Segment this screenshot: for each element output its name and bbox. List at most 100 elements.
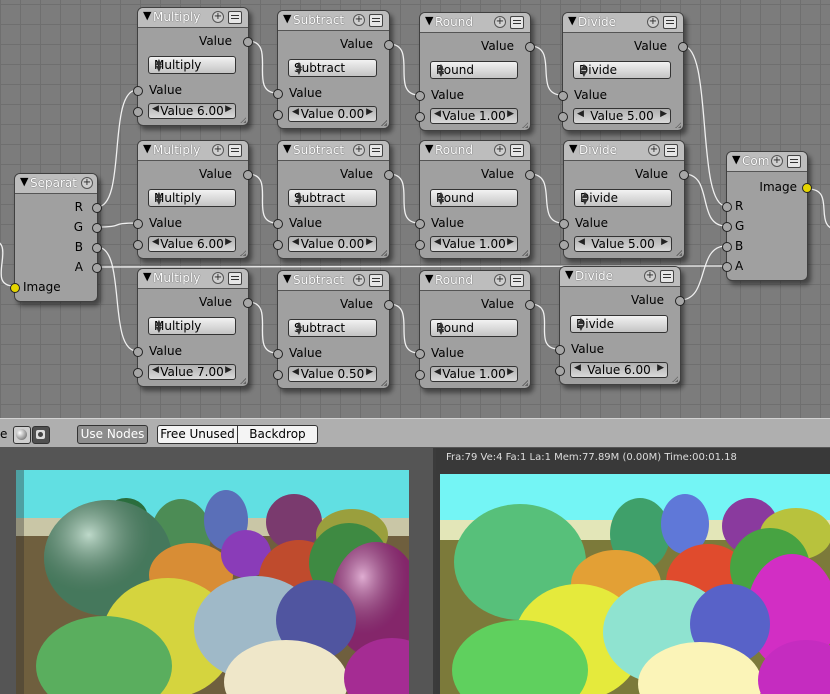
multiply-node-r1-value-socket[interactable] [133,107,143,117]
multiply-node-r3-operation-select[interactable]: Multiply ▲ ▼ [148,317,236,335]
subtract-node-r1[interactable]: ▼ Subtract + Value Subtract ▲ ▼ Value ◀ Value 0.0… [273,10,394,129]
resize-grip-icon[interactable] [676,250,682,256]
round-node-r2-header[interactable]: ▼ Round + [420,141,530,161]
arrow-right-icon[interactable]: ▶ [507,367,514,377]
resize-grip-icon[interactable] [240,250,246,256]
node-menu-icon[interactable] [228,11,242,24]
resize-grip-icon[interactable] [381,250,387,256]
combine-input-socket[interactable] [722,222,732,232]
subtract-node-r3-header[interactable]: ▼ Subtract + [278,271,389,291]
node-menu-icon[interactable] [369,144,383,157]
subtract-node-r1-operation-select[interactable]: Subtract ▲ ▼ [288,59,377,77]
round-node-r2[interactable]: ▼ Round + Value Round ▲ ▼ Value ◀ Value 1.00 ▶ [415,140,535,259]
multiply-node-r1-input-socket[interactable] [133,86,143,96]
multiply-node-r3-output-socket[interactable] [243,298,253,308]
divide-node-r3-operation-select[interactable]: Divide ▲ ▼ [570,315,668,333]
node-menu-icon[interactable] [228,272,242,285]
subtract-node-r2[interactable]: ▼ Subtract + Value Subtract ▲ ▼ Value ◀ Value 0.0… [273,140,394,259]
multiply-node-r2-value-socket[interactable] [133,240,143,250]
backdrop-button[interactable]: Backdrop [237,425,318,444]
multiply-node-r1-operation-select[interactable]: Multiply ▲ ▼ [148,56,236,74]
resize-grip-icon[interactable] [522,250,528,256]
combine-input-socket[interactable] [722,202,732,212]
multiply-node-r3[interactable]: ▼ Multiply + Value Multiply ▲ ▼ Value ◀ Value 7.0… [133,268,253,387]
collapse-triangle-icon[interactable]: ▼ [425,272,433,285]
plus-icon[interactable]: + [212,144,224,156]
multiply-node-r2-operation-select[interactable]: Multiply ▲ ▼ [148,189,236,207]
round-node-r3-header[interactable]: ▼ Round + [420,271,530,291]
multiply-node-r2-input-socket[interactable] [133,219,143,229]
multiply-node-r2-header[interactable]: ▼ Multiply + [138,141,248,161]
subtract-node-r2-operation-select[interactable]: Subtract ▲ ▼ [288,189,377,207]
plus-icon[interactable]: + [81,177,93,189]
divide-node-r2-operation-select[interactable]: Divide ▲ ▼ [574,189,672,207]
round-node-r3-value-field[interactable]: ◀ Value 1.00 ▶ [430,366,518,382]
multiply-node-r1-value-field[interactable]: ◀ Value 6.00 ▶ [148,103,236,119]
arrow-right-icon[interactable]: ▶ [225,365,232,375]
multiply-node-r3-header[interactable]: ▼ Multiply + [138,269,248,289]
divide-node-r1-output-socket[interactable] [678,42,688,52]
round-node-r2-input-socket[interactable] [415,219,425,229]
node-editor[interactable]: ▼ Multiply + Value Multiply ▲ ▼ Value ◀ Value 6.0… [0,0,830,418]
divide-node-r2-input-socket[interactable] [559,219,569,229]
divide-node-r1-operation-select[interactable]: Divide ▲ ▼ [573,61,671,79]
collapse-triangle-icon[interactable]: ▼ [283,142,291,155]
resize-grip-icon[interactable] [240,117,246,123]
subtract-node-r1-header[interactable]: ▼ Subtract + [278,11,389,31]
subtract-node-r1-input-socket[interactable] [273,89,283,99]
round-node-r1-value-socket[interactable] [415,112,425,122]
subtract-node-r3-operation-select[interactable]: Subtract ▲ ▼ [288,319,377,337]
multiply-node-r1-header[interactable]: ▼ Multiply + [138,8,248,28]
arrow-right-icon[interactable]: ▶ [225,104,232,114]
combine-image-output-socket[interactable] [802,183,812,193]
node-menu-icon[interactable] [369,274,383,287]
render-sphere-icon[interactable] [13,426,31,444]
separate-output-socket[interactable] [92,243,102,253]
divide-node-r2-value-field[interactable]: ◀ Value 5.00 ▶ [574,236,672,252]
divide-node-r1-value-socket[interactable] [558,112,568,122]
multiply-node-r3-value-socket[interactable] [133,368,143,378]
round-node-r1-operation-select[interactable]: Round ▲ ▼ [430,61,518,79]
node-menu-icon[interactable] [664,144,678,157]
separate-output-socket[interactable] [92,223,102,233]
combine-input-socket[interactable] [722,242,732,252]
round-node-r1-header[interactable]: ▼ Round + [420,13,530,33]
resize-grip-icon[interactable] [381,380,387,386]
multiply-node-r3-value-field[interactable]: ◀ Value 7.00 ▶ [148,364,236,380]
node-menu-icon[interactable] [369,14,383,27]
plus-icon[interactable]: + [212,272,224,284]
composite-icon[interactable] [32,426,50,444]
round-node-r2-output-socket[interactable] [525,170,535,180]
divide-node-r3-header[interactable]: ▼ Divide + [560,267,680,287]
node-menu-icon[interactable] [510,144,524,157]
subtract-node-r2-value-socket[interactable] [273,240,283,250]
multiply-node-r1-output-socket[interactable] [243,37,253,47]
collapse-triangle-icon[interactable]: ▼ [425,14,433,27]
divide-node-r2[interactable]: ▼ Divide + Value Divide ▲ ▼ Value ◀ Value 5.00 ▶ [559,140,689,259]
divide-node-r2-output-socket[interactable] [679,170,689,180]
multiply-node-r1[interactable]: ▼ Multiply + Value Multiply ▲ ▼ Value ◀ Value 6.0… [133,7,253,126]
arrow-right-icon[interactable]: ▶ [661,237,668,247]
node-menu-icon[interactable] [787,155,801,168]
collapse-triangle-icon[interactable]: ▼ [20,175,28,188]
node-menu-icon[interactable] [510,274,524,287]
round-node-r3-value-socket[interactable] [415,370,425,380]
resize-grip-icon[interactable] [522,380,528,386]
round-node-r3-input-socket[interactable] [415,349,425,359]
divide-node-r1[interactable]: ▼ Divide + Value Divide ▲ ▼ Value ◀ Value 5.00 ▶ [558,12,688,131]
plus-icon[interactable]: + [644,270,656,282]
resize-grip-icon[interactable] [381,120,387,126]
multiply-node-r2-value-field[interactable]: ◀ Value 6.00 ▶ [148,236,236,252]
collapse-triangle-icon[interactable]: ▼ [569,142,577,155]
divide-node-r3-value-field[interactable]: ◀ Value 6.00 ▶ [570,362,668,378]
collapse-triangle-icon[interactable]: ▼ [283,272,291,285]
subtract-node-r3-output-socket[interactable] [384,300,394,310]
divide-node-r1-input-socket[interactable] [558,91,568,101]
plus-icon[interactable]: + [494,144,506,156]
node-menu-icon[interactable] [660,270,674,283]
multiply-node-r2[interactable]: ▼ Multiply + Value Multiply ▲ ▼ Value ◀ Value 6.0… [133,140,253,259]
subtract-node-r3[interactable]: ▼ Subtract + Value Subtract ▲ ▼ Value ◀ Value 0.5… [273,270,394,389]
subtract-node-r3-value-field[interactable]: ◀ Value 0.50 ▶ [288,366,377,382]
separate-output-socket[interactable] [92,203,102,213]
node-menu-icon[interactable] [510,16,524,29]
